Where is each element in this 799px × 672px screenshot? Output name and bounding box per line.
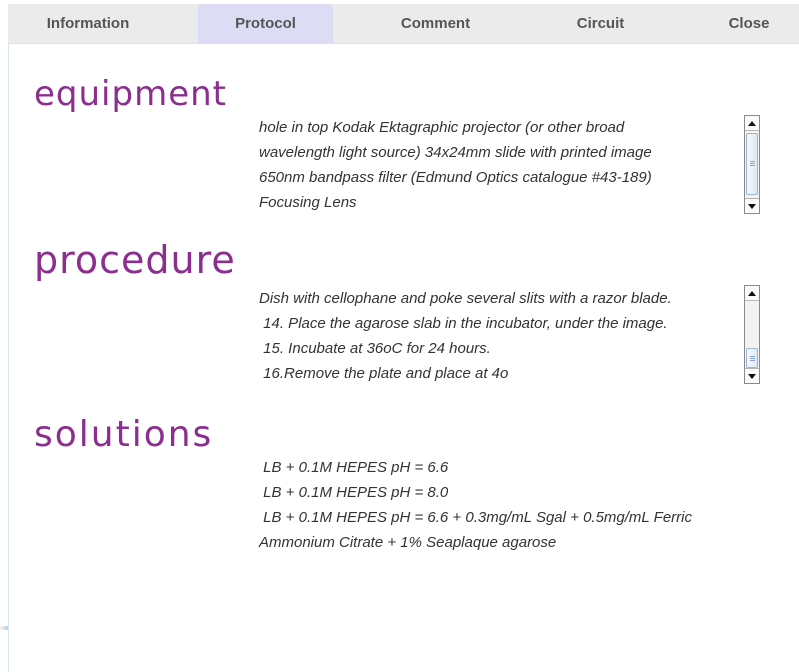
procedure-heading: procedure: [34, 238, 236, 282]
arrow-down-icon: [748, 203, 756, 209]
scroll-up-button[interactable]: [745, 116, 759, 131]
solutions-text: LB + 0.1M HEPES pH = 6.6 LB + 0.1M HEPES…: [259, 455, 692, 555]
solutions-heading: solutions: [34, 414, 214, 455]
equipment-line: Focusing Lens: [259, 194, 357, 211]
scroll-down-button[interactable]: [745, 368, 759, 383]
scroll-thumb[interactable]: [746, 133, 758, 195]
scroll-up-button[interactable]: [745, 286, 759, 301]
procedure-scrollbar[interactable]: [744, 285, 760, 384]
procedure-line: 16.Remove the plate and place at 4o: [259, 365, 509, 382]
equipment-line: hole in top Kodak Ektagraphic projector …: [259, 119, 625, 136]
procedure-line: 14. Place the agarose slab in the incuba…: [259, 315, 668, 332]
solutions-line: LB + 0.1M HEPES pH = 6.6 + 0.3mg/mL Sgal…: [259, 509, 692, 526]
procedure-line: 15. Incubate at 36oC for 24 hours.: [259, 340, 491, 357]
tab-comment[interactable]: Comment: [368, 4, 503, 43]
tab-circuit[interactable]: Circuit: [533, 4, 668, 43]
arrow-down-icon: [748, 373, 756, 379]
equipment-line: 650nm bandpass filter (Edmund Optics cat…: [259, 169, 652, 186]
solutions-line: LB + 0.1M HEPES pH = 8.0: [259, 484, 449, 501]
procedure-text: Dish with cellophane and poke several sl…: [259, 286, 672, 386]
equipment-text: hole in top Kodak Ektagraphic projector …: [259, 115, 652, 215]
equipment-heading: equipment: [34, 74, 227, 114]
solutions-line: LB + 0.1M HEPES pH = 6.6: [259, 459, 449, 476]
scroll-down-button[interactable]: [745, 198, 759, 213]
tab-protocol[interactable]: Protocol: [198, 4, 333, 43]
equipment-scrollbar[interactable]: [744, 115, 760, 214]
equipment-line: wavelength light source) 34x24mm slide w…: [259, 144, 652, 161]
arrow-up-icon: [748, 290, 756, 296]
solutions-line: Ammonium Citrate + 1% Seaplaque agarose: [259, 534, 557, 551]
tab-bar: Information Protocol Comment Circuit Clo…: [8, 4, 799, 44]
scroll-thumb[interactable]: [746, 348, 758, 368]
procedure-line: Dish with cellophane and poke several sl…: [259, 290, 672, 307]
tab-close[interactable]: Close: [708, 4, 790, 43]
arrow-up-icon: [748, 120, 756, 126]
tab-information[interactable]: Information: [8, 4, 168, 43]
